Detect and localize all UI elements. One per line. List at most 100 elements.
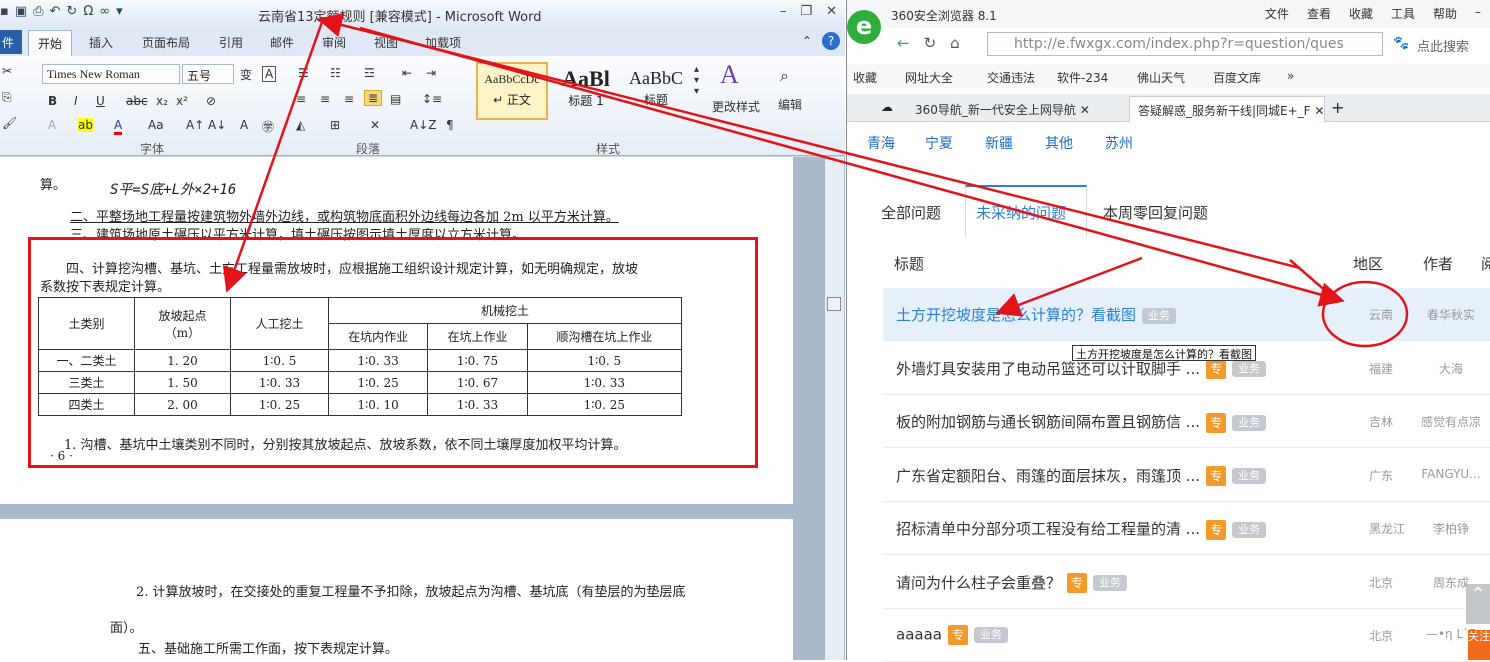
question-row[interactable]: 招标清单中分部分项工程没有给工程量的清 ... 专业务 黑龙江 李柏铮	[883, 502, 1490, 555]
paste-icon[interactable]: ✂	[2, 64, 12, 78]
question-author[interactable]: 感觉有点凉	[1411, 413, 1490, 430]
fav-item[interactable]: 交通违法	[987, 69, 1035, 86]
omega-icon[interactable]: Ω	[83, 4, 93, 19]
close-tab-icon[interactable]: ✕	[1080, 103, 1090, 117]
province-link[interactable]: 青海	[867, 133, 895, 153]
question-title-text[interactable]: 外墙灯具安装用了电动吊篮还可以计取脚手 ...	[896, 360, 1200, 378]
back-to-top-icon[interactable]: ⌃	[1466, 584, 1490, 624]
tab-active-qa[interactable]: 答疑解惑_服务新干线|同城E+_F ✕	[1129, 96, 1325, 122]
shrink-font-icon[interactable]: A↓	[208, 118, 226, 132]
tab-page-layout[interactable]: 页面布局	[142, 34, 190, 51]
menu-view[interactable]: 查看	[1307, 5, 1331, 22]
close-icon[interactable]: ✕	[826, 4, 837, 19]
question-title[interactable]: 广东省定额阳台、雨篷的面层抹灰，雨篷顶 ... 专业务	[896, 465, 1267, 486]
numbering-icon[interactable]: ☷	[330, 66, 341, 80]
menu-favorites[interactable]: 收藏	[1349, 5, 1373, 22]
tab-references[interactable]: 引用	[219, 34, 243, 51]
customize-icon[interactable]: ▾	[116, 4, 123, 19]
help-icon[interactable]: ?	[822, 32, 840, 50]
minimize-icon[interactable]: –	[1475, 5, 1481, 22]
fav-item[interactable]: 软件-234	[1057, 69, 1108, 86]
tab-unaccepted-questions[interactable]: 未采纳的问题	[976, 202, 1066, 223]
justify-icon[interactable]: ≣	[364, 90, 383, 106]
bold-icon[interactable]: B	[48, 94, 57, 108]
style-normal[interactable]: AaBbCcDc ↵ 正文	[476, 62, 548, 120]
print-icon[interactable]: ⎙	[33, 4, 43, 19]
question-title[interactable]: 请问为什么柱子会重叠？ 专业务	[896, 572, 1128, 593]
back-icon[interactable]: ←	[897, 34, 910, 52]
line-spacing-icon[interactable]: ↕≡	[422, 92, 442, 106]
province-link[interactable]: 宁夏	[925, 133, 953, 153]
question-row[interactable]: aaaaa 专业务 北京 —•η L`F	[883, 609, 1490, 662]
decrease-indent-icon[interactable]: ⇤	[402, 66, 412, 80]
province-link[interactable]: 新疆	[985, 133, 1013, 153]
address-bar[interactable]: http://e.fwxgx.com/index.php?r=question/…	[987, 32, 1383, 56]
bullets-icon[interactable]: ☰	[298, 66, 309, 80]
minimize-icon[interactable]: –	[780, 4, 787, 19]
url-text[interactable]: http://e.fwxgx.com/index.php?r=question/…	[1014, 36, 1344, 52]
align-right-icon[interactable]: ≡	[344, 92, 354, 106]
superscript-icon[interactable]: x²	[176, 94, 188, 108]
province-link[interactable]: 其他	[1045, 133, 1073, 153]
folder-icon[interactable]: ▣	[15, 4, 27, 19]
question-title[interactable]: 招标清单中分部分项工程没有给工程量的清 ... 专业务	[896, 518, 1267, 540]
link-icon[interactable]: ∞	[99, 4, 110, 19]
copy-icon[interactable]: ⎘	[2, 90, 12, 105]
question-title-text[interactable]: 板的附加钢筋与通长钢筋间隔布置且钢筋信 ...	[896, 413, 1200, 431]
distribute-icon[interactable]: ▤	[390, 92, 401, 106]
question-title-text[interactable]: aaaaa	[896, 626, 942, 644]
align-center-icon[interactable]: ≡	[320, 92, 330, 106]
format-painter-icon[interactable]: 🖌	[2, 116, 17, 130]
style-heading-1[interactable]: AaBl 标题 1	[550, 62, 622, 120]
tab-insert[interactable]: 插入	[89, 34, 113, 51]
highlight-icon[interactable]: ab	[78, 118, 93, 132]
tab-mailings[interactable]: 邮件	[270, 34, 294, 51]
question-title-text[interactable]: 请问为什么柱子会重叠？	[896, 574, 1061, 592]
text-effect-icon[interactable]: A	[48, 118, 56, 132]
underline-icon[interactable]: U	[96, 94, 105, 108]
tab-all-questions[interactable]: 全部问题	[881, 202, 941, 223]
vertical-scrollbar[interactable]	[824, 157, 844, 660]
question-title-text[interactable]: 广东省定额阳台、雨篷的面层抹灰，雨篷顶 ...	[896, 467, 1200, 485]
search-engine-icon[interactable]: 🐾	[1393, 36, 1409, 51]
question-title-text[interactable]: 招标清单中分部分项工程没有给工程量的清 ...	[896, 520, 1200, 538]
more-favorites-icon[interactable]: »	[1287, 69, 1294, 83]
phonetic-icon[interactable]: 变	[240, 66, 252, 83]
font-size-box[interactable]: 五号	[182, 64, 234, 84]
increase-indent-icon[interactable]: ⇥	[426, 66, 436, 80]
question-row[interactable]: 请问为什么柱子会重叠？专业务 北京 周东成	[883, 556, 1490, 609]
question-author[interactable]: 李柏铮	[1411, 520, 1490, 537]
font-name-box[interactable]: Times New Roman	[42, 64, 180, 84]
fav-item[interactable]: 佛山天气	[1137, 69, 1185, 86]
tab-zero-reply[interactable]: 本周零回复问题	[1103, 202, 1208, 223]
close-tab-icon[interactable]: ✕	[1314, 104, 1324, 118]
new-tab-icon[interactable]: +	[1331, 98, 1344, 117]
align-left-icon[interactable]: ≡	[296, 92, 306, 106]
change-styles-icon[interactable]: A	[720, 60, 739, 90]
char-shading-icon[interactable]: A	[240, 118, 248, 132]
menu-file[interactable]: 文件	[1265, 5, 1289, 22]
change-case-icon[interactable]: Aa	[148, 118, 164, 132]
find-icon[interactable]: ⌕	[780, 66, 789, 86]
edit-label[interactable]: 编辑	[778, 96, 802, 113]
tab-file[interactable]: 件	[0, 30, 22, 54]
strikethrough-icon[interactable]: abc	[126, 94, 148, 108]
multilevel-list-icon[interactable]: ☲	[364, 66, 375, 80]
question-author[interactable]: FANGYU...	[1411, 467, 1490, 481]
question-author[interactable]: 春华秋实	[1411, 306, 1490, 323]
redo-icon[interactable]: ↻	[66, 4, 77, 19]
style-title[interactable]: AaBbC 标题	[620, 62, 692, 120]
save-icon[interactable]: ▪	[0, 4, 9, 19]
char-border-icon[interactable]: A	[262, 66, 277, 82]
fav-item[interactable]: 网址大全	[905, 69, 953, 86]
show-marks-icon[interactable]: ¶	[446, 118, 454, 132]
restore-icon[interactable]: ❐	[800, 4, 812, 19]
undo-icon[interactable]: ↶	[50, 4, 61, 19]
tab-review[interactable]: 审阅	[322, 34, 346, 51]
fav-item[interactable]: 百度文库	[1213, 69, 1261, 86]
styles-scroll-icon[interactable]: ▴ ▾ ▾	[694, 64, 699, 97]
menu-help[interactable]: 帮助	[1433, 5, 1457, 22]
home-icon[interactable]: ⌂	[950, 34, 960, 52]
tab-view[interactable]: 视图	[374, 34, 398, 51]
question-title[interactable]: 板的附加钢筋与通长钢筋间隔布置且钢筋信 ... 专业务	[896, 411, 1267, 433]
